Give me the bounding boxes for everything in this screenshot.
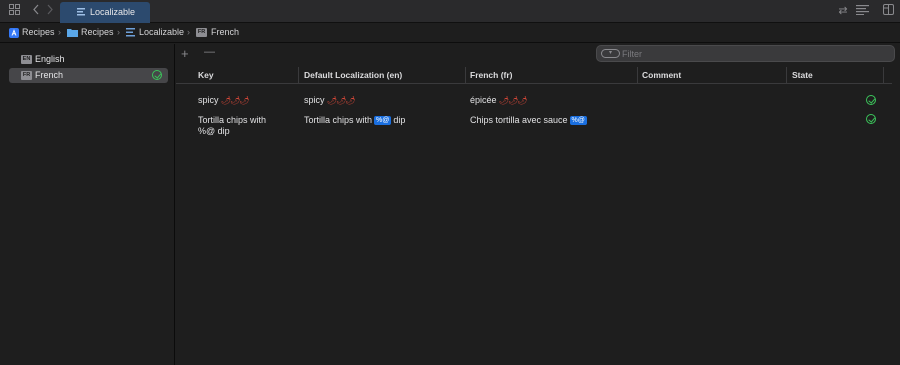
french-cell[interactable]: épicée 🌶🌶🌶 <box>470 95 528 106</box>
sidebar-item-french[interactable]: FR French <box>9 68 168 83</box>
chili-emoji: 🌶🌶🌶 <box>499 96 527 105</box>
tab-bar: Localizable ⇄ <box>0 0 900 23</box>
breadcrumb-item-recipes-project[interactable]: Recipes <box>22 27 55 37</box>
swap-icon[interactable]: ⇄ <box>836 4 850 18</box>
checkmark-circle-icon <box>866 95 876 105</box>
grid-icon[interactable] <box>7 4 21 18</box>
checkmark-circle-icon <box>152 70 162 80</box>
back-icon[interactable] <box>29 4 43 18</box>
string-catalog-icon <box>126 28 135 37</box>
format-placeholder-token: %@ <box>569 116 587 125</box>
french-cell[interactable]: Chips tortilla avec sauce %@ <box>470 115 589 126</box>
chevron-right-icon: › <box>187 27 190 37</box>
french-text: épicée <box>470 95 497 105</box>
column-divider[interactable] <box>883 67 884 83</box>
language-badge: FR <box>21 71 32 80</box>
key-cell[interactable]: Tortilla chips with %@ dip <box>198 115 266 137</box>
key-text-line2: %@ dip <box>198 126 230 136</box>
breadcrumb: Recipes › Recipes › Localizable › FR Fre… <box>0 23 900 43</box>
breadcrumb-item-localizable[interactable]: Localizable <box>139 27 184 37</box>
column-divider[interactable] <box>298 67 299 83</box>
editor-toolbar: + — ▾ Filter <box>176 44 900 64</box>
app-icon <box>9 28 19 38</box>
checkmark-circle-icon <box>866 114 876 124</box>
default-text: spicy <box>304 95 325 105</box>
remove-string-button[interactable]: — <box>204 46 215 58</box>
column-header-key[interactable]: Key <box>198 70 214 80</box>
language-badge: EN <box>21 55 32 64</box>
sidebar-item-label: English <box>35 54 65 64</box>
add-string-button[interactable]: + <box>181 46 189 61</box>
french-text: Chips tortilla avec sauce <box>470 115 568 125</box>
column-header-state[interactable]: State <box>792 70 813 80</box>
language-badge: FR <box>196 28 207 37</box>
breadcrumb-item-recipes-folder[interactable]: Recipes <box>81 27 114 37</box>
chili-emoji: 🌶🌶🌶 <box>327 96 355 105</box>
forward-icon[interactable] <box>43 4 57 18</box>
default-localization-cell[interactable]: Tortilla chips with %@ dip <box>304 115 405 126</box>
breadcrumb-item-french[interactable]: French <box>211 27 239 37</box>
filter-placeholder: Filter <box>622 49 642 59</box>
key-cell[interactable]: spicy 🌶🌶🌶 <box>198 95 250 106</box>
sidebar-item-label: French <box>35 70 64 80</box>
format-placeholder-token: %@ <box>374 116 392 125</box>
default-localization-cell[interactable]: spicy 🌶🌶🌶 <box>304 95 356 106</box>
sidebar-item-english[interactable]: EN English <box>9 52 168 67</box>
chevron-right-icon: › <box>117 27 120 37</box>
chili-emoji: 🌶🌶🌶 <box>221 96 249 105</box>
string-catalog-icon <box>77 8 85 16</box>
default-text-suffix: dip <box>393 115 406 125</box>
column-divider[interactable] <box>465 67 466 83</box>
split-panel-icon[interactable] <box>881 4 895 18</box>
chevron-right-icon: › <box>58 27 61 37</box>
language-sidebar: EN English FR French <box>0 44 175 365</box>
key-text: spicy <box>198 95 219 105</box>
default-text: Tortilla chips with <box>304 115 373 125</box>
column-header-french[interactable]: French (fr) <box>470 70 513 80</box>
tab-label: Localizable <box>90 7 136 17</box>
key-text-line1: Tortilla chips with <box>198 115 267 125</box>
column-header-comment[interactable]: Comment <box>642 70 681 80</box>
table-header: Key Default Localization (en) French (fr… <box>176 66 892 84</box>
folder-icon <box>67 29 78 37</box>
filter-field[interactable]: ▾ Filter <box>596 45 895 62</box>
filter-options-icon[interactable]: ▾ <box>601 49 620 58</box>
column-divider[interactable] <box>786 67 787 83</box>
column-header-default-localization[interactable]: Default Localization (en) <box>304 70 402 80</box>
inspector-lines-icon[interactable] <box>855 4 869 18</box>
string-catalog-editor: + — ▾ Filter Key Default Localization (e… <box>176 44 900 365</box>
column-divider[interactable] <box>637 67 638 83</box>
tab-localizable[interactable]: Localizable <box>60 2 150 23</box>
